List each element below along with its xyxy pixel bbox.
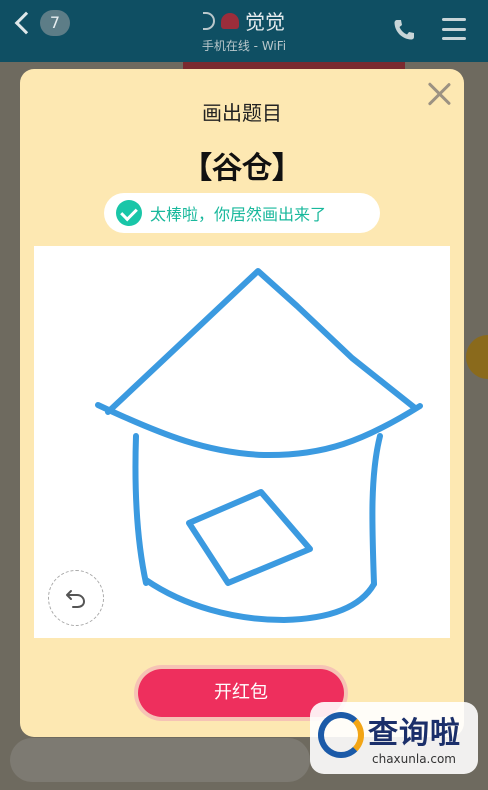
chat-header: 7 觉觉 手机在线 - WiFi [0, 0, 488, 62]
window-stroke [186, 489, 313, 586]
eave-stroke [95, 402, 423, 459]
drawing-result-modal: 画出题目 【谷仓】 太棒啦，你居然画出来了 开红包 [20, 69, 464, 737]
magnifier-logo-icon [318, 712, 364, 758]
right-wall-stroke [369, 433, 383, 587]
background-bubble [466, 335, 488, 379]
menu-icon[interactable] [442, 18, 466, 40]
success-message: 太棒啦，你居然画出来了 [150, 205, 327, 224]
check-icon [116, 200, 142, 226]
left-wall-stroke [132, 433, 149, 586]
watermark-logo: 查询啦 chaxunla.com [310, 702, 478, 774]
answer-word: 【谷仓】 [182, 151, 302, 186]
cap-icon [221, 12, 239, 29]
ear-icon [203, 11, 215, 30]
success-badge: 太棒啦，你居然画出来了 [104, 193, 380, 233]
watermark-url: chaxunla.com [372, 752, 456, 766]
watermark-brand: 查询啦 [368, 716, 461, 751]
contact-name: 觉觉 [245, 10, 285, 34]
undo-icon [66, 590, 86, 608]
floor-stroke [143, 577, 377, 623]
drawing-canvas[interactable] [34, 246, 450, 638]
modal-heading: 画出题目 [202, 101, 282, 125]
undo-button[interactable] [48, 570, 104, 626]
roof-stroke [105, 268, 418, 415]
phone-icon[interactable] [392, 18, 416, 42]
chat-title: 觉觉 [203, 6, 285, 35]
message-input-bar [10, 738, 310, 782]
